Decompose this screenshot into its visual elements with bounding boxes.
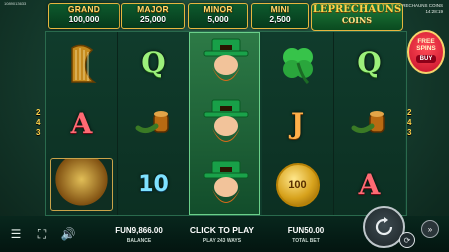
jackpot-major-label: MAJOR bbox=[137, 4, 169, 14]
payline-marker-right-2: 4 bbox=[407, 118, 412, 127]
pot-of-gold-icon bbox=[50, 158, 113, 211]
total-bet-value: FUN50.00 bbox=[287, 226, 325, 235]
coin-symbol: 100 bbox=[262, 154, 333, 215]
payline-marker-left-2: 4 bbox=[36, 118, 41, 127]
reel-2: Q 10 bbox=[118, 32, 190, 215]
balance-value: FUN9,866.00 bbox=[115, 226, 163, 235]
q-symbol: Q bbox=[118, 32, 189, 93]
reel-1: A bbox=[46, 32, 118, 215]
jackpot-major: MAJOR 25,000 bbox=[121, 3, 185, 29]
ten-symbol: 10 bbox=[118, 154, 189, 215]
symbol-a-text: A bbox=[70, 107, 93, 140]
coin-icon: 100 bbox=[275, 162, 320, 207]
symbol-q-text: Q bbox=[141, 46, 166, 79]
jackpot-grand-value: 100,000 bbox=[68, 14, 100, 24]
symbol-a-text: A bbox=[358, 168, 381, 201]
click-to-play[interactable]: CLICK TO PLAY bbox=[177, 225, 267, 235]
pot-of-gold-symbol bbox=[46, 154, 117, 215]
jackpot-minor: MINOR 5,000 bbox=[188, 3, 248, 29]
sound-icon[interactable]: 🔊 bbox=[60, 226, 76, 242]
payline-marker-left-3: 3 bbox=[36, 128, 41, 137]
j-symbol: J bbox=[262, 93, 333, 154]
logo-line-2: COINS bbox=[341, 15, 373, 25]
q-symbol: Q bbox=[334, 32, 405, 93]
jackpot-mini-label: MINI bbox=[270, 4, 290, 14]
reel-3 bbox=[189, 32, 260, 215]
leprechaun-symbol-3 bbox=[190, 155, 261, 216]
reel-grid: A Q 10 J 100 Q A bbox=[45, 31, 407, 216]
a-symbol: A bbox=[46, 93, 117, 154]
pipe-symbol bbox=[334, 93, 405, 154]
symbol-j-text: J bbox=[290, 107, 305, 140]
jackpot-minor-value: 5,000 bbox=[207, 14, 229, 24]
free-spins-line-1: FREE bbox=[417, 38, 435, 45]
a-symbol: A bbox=[334, 154, 405, 215]
fullscreen-icon[interactable]: ⛶ bbox=[34, 226, 50, 242]
leprechaun-icon bbox=[203, 160, 248, 203]
harp-icon bbox=[70, 44, 96, 83]
reel-4: J 100 bbox=[262, 32, 334, 215]
payline-marker-right-3: 3 bbox=[407, 128, 412, 137]
payline-marker-left-1: 2 bbox=[36, 108, 41, 117]
balance-label: BALANCE bbox=[126, 238, 152, 244]
jackpot-mini-value: 2,500 bbox=[269, 14, 291, 24]
game-logo: LEPRECHAUNS COINS bbox=[311, 3, 403, 31]
jackpot-minor-label: MINOR bbox=[203, 4, 233, 14]
clover-symbol bbox=[262, 32, 333, 93]
coin-value: 100 bbox=[288, 178, 307, 191]
spin-icon bbox=[375, 217, 393, 236]
leprechaun-icon bbox=[203, 99, 248, 142]
jackpot-grand: GRAND 100,000 bbox=[48, 3, 120, 29]
leprechaun-symbol-1 bbox=[190, 33, 261, 94]
payline-marker-right-1: 2 bbox=[407, 108, 412, 117]
harp-symbol bbox=[46, 32, 117, 93]
jackpot-grand-label: GRAND bbox=[67, 4, 101, 14]
free-spins-line-2: SPINS bbox=[416, 45, 436, 52]
reel-5: Q A bbox=[334, 32, 405, 215]
leprechaun-icon bbox=[203, 38, 248, 81]
buy-free-spins-button[interactable]: FREE SPINS BUY bbox=[407, 30, 445, 74]
pipe-symbol bbox=[118, 93, 189, 154]
jackpot-major-value: 25,000 bbox=[140, 14, 166, 24]
play-ways: PLAY 243 WAYS bbox=[202, 238, 242, 244]
symbol-q-text: Q bbox=[357, 46, 382, 79]
buy-label: BUY bbox=[416, 55, 436, 63]
total-bet-label: TOTAL BET bbox=[292, 238, 320, 244]
turbo-icon[interactable]: » bbox=[421, 220, 439, 238]
pipe-icon bbox=[351, 110, 385, 133]
autoplay-icon[interactable]: ⟳ bbox=[399, 232, 415, 248]
clover-icon bbox=[282, 47, 313, 84]
jackpot-mini: MINI 2,500 bbox=[251, 3, 309, 29]
menu-icon[interactable]: ☰ bbox=[8, 226, 24, 242]
symbol-10-text: 10 bbox=[138, 172, 169, 197]
leprechaun-symbol-2 bbox=[190, 94, 261, 155]
game-id: 1089013633 bbox=[4, 1, 27, 6]
pipe-icon bbox=[135, 110, 169, 133]
